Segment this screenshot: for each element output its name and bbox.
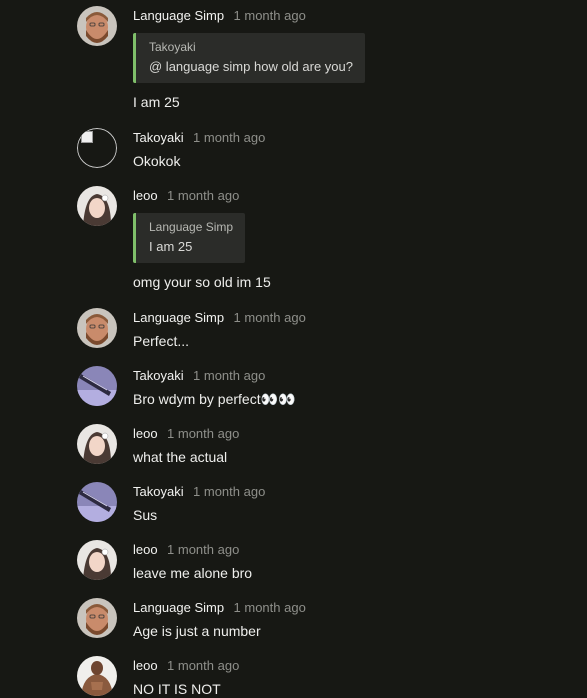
quoted-author: Language Simp xyxy=(149,220,234,234)
comment-text: Sus xyxy=(133,507,158,523)
girl-avatar-icon xyxy=(77,540,117,580)
avatar[interactable] xyxy=(77,308,117,348)
comment-timestamp: 1 month ago xyxy=(193,130,266,145)
comment-author[interactable]: Takoyaki xyxy=(133,130,184,145)
comment-author[interactable]: Takoyaki xyxy=(133,484,184,499)
comment-author[interactable]: Takoyaki xyxy=(133,368,184,383)
avatar[interactable] xyxy=(77,366,117,406)
man-beard-avatar-icon xyxy=(77,598,117,638)
comment-author[interactable]: Language Simp xyxy=(133,310,224,325)
comment-text: Perfect... xyxy=(133,333,190,349)
quoted-author: Takoyaki xyxy=(149,40,196,54)
quoted-text: I am 25 xyxy=(149,239,193,254)
avatar[interactable] xyxy=(77,186,117,226)
comment-timestamp: 1 month ago xyxy=(193,368,266,383)
avatar[interactable] xyxy=(77,424,117,464)
comment-timestamp: 1 month ago xyxy=(167,542,240,557)
comment-timestamp: 1 month ago xyxy=(167,426,240,441)
comment-author[interactable]: leoo xyxy=(133,542,158,557)
comment-author[interactable]: Language Simp xyxy=(133,8,224,23)
broken-image-avatar-icon xyxy=(77,128,117,168)
comment-timestamp: 1 month ago xyxy=(233,600,306,615)
comment-text: omg your so old im 15 xyxy=(133,274,271,290)
comment-timestamp: 1 month ago xyxy=(167,658,240,673)
man-beard-avatar-icon xyxy=(77,308,117,348)
avatar[interactable] xyxy=(77,128,117,168)
avatar[interactable] xyxy=(77,6,117,46)
comment-timestamp: 1 month ago xyxy=(193,484,266,499)
purple-pen-avatar-icon xyxy=(77,366,117,406)
avatar[interactable] xyxy=(77,482,117,522)
comment-author[interactable]: leoo xyxy=(133,658,158,673)
comment-timestamp: 1 month ago xyxy=(233,8,306,23)
avatar[interactable] xyxy=(77,540,117,580)
comment-text: Bro wdym by perfect👀👀 xyxy=(133,391,296,407)
quoted-reply[interactable]: Takoyaki @ language simp how old are you… xyxy=(133,33,365,83)
comment-text: NO IT IS NOT xyxy=(133,681,221,697)
comment-text: Age is just a number xyxy=(133,623,261,639)
comment-author[interactable]: leoo xyxy=(133,188,158,203)
comment-text: what the actual xyxy=(133,449,228,465)
comment-text: I am 25 xyxy=(133,94,180,110)
avatar[interactable] xyxy=(77,656,117,696)
comment-timestamp: 1 month ago xyxy=(233,310,306,325)
quoted-reply[interactable]: Language Simp I am 25 xyxy=(133,213,246,263)
comment-timestamp: 1 month ago xyxy=(167,188,240,203)
man-beard-avatar-icon xyxy=(77,6,117,46)
comment-text: leave me alone bro xyxy=(133,565,253,581)
purple-pen-avatar-icon xyxy=(77,482,117,522)
comment-author[interactable]: leoo xyxy=(133,426,158,441)
comment-text: Okokok xyxy=(133,153,181,169)
quoted-text: @ language simp how old are you? xyxy=(149,59,353,74)
girl-avatar-icon xyxy=(77,186,117,226)
avatar[interactable] xyxy=(77,598,117,638)
muscle-man-avatar-icon xyxy=(77,656,117,696)
girl-avatar-icon xyxy=(77,424,117,464)
comment-author[interactable]: Language Simp xyxy=(133,600,224,615)
